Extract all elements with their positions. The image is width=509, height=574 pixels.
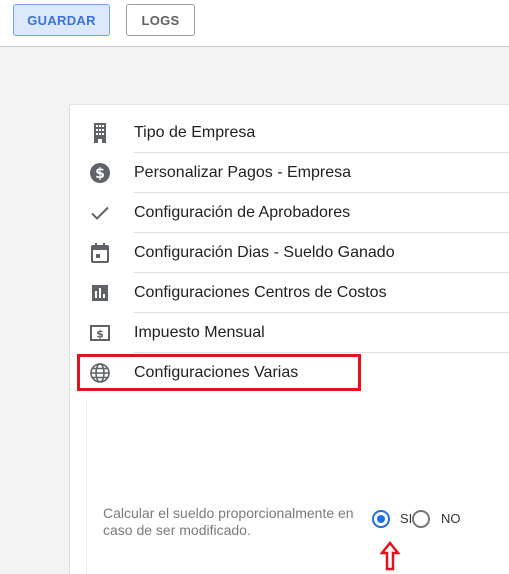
- menu-item-impuesto-mensual[interactable]: $ Impuesto Mensual: [70, 313, 509, 353]
- menu-item-dias-sueldo[interactable]: Configuración Dias - Sueldo Ganado: [70, 233, 509, 273]
- option-label: Calcular el sueldo proporcionalmente en …: [103, 505, 354, 538]
- dollar-circle-icon: $: [88, 161, 112, 185]
- highlight-box: [77, 354, 361, 391]
- menu-item-label: Configuraciones Centros de Costos: [134, 284, 387, 301]
- up-arrow-icon: [380, 541, 400, 571]
- menu-item-centros-costos[interactable]: Configuraciones Centros de Costos: [70, 273, 509, 313]
- calendar-icon: [88, 241, 112, 265]
- menu-item-aprobadores[interactable]: Configuración de Aprobadores: [70, 193, 509, 233]
- money-bill-icon: $: [88, 321, 112, 345]
- svg-text:$: $: [96, 328, 104, 341]
- save-button[interactable]: GUARDAR: [13, 4, 110, 36]
- bar-chart-icon: [88, 281, 112, 305]
- menu-item-label: Tipo de Empresa: [134, 124, 256, 141]
- checkmark-icon: [88, 201, 112, 225]
- menu-item-label: Personalizar Pagos - Empresa: [134, 164, 351, 181]
- svg-text:$: $: [95, 166, 105, 182]
- menu-item-tipo-empresa[interactable]: Tipo de Empresa: [70, 113, 509, 153]
- radio-no-label: NO: [441, 511, 461, 526]
- building-icon: [88, 121, 112, 145]
- menu-item-label: Configuración de Aprobadores: [134, 204, 351, 221]
- clipped-text: [103, 491, 363, 497]
- radio-no[interactable]: [412, 510, 430, 528]
- menu-item-label: Impuesto Mensual: [134, 324, 265, 341]
- radio-yes-label: SI: [400, 511, 413, 526]
- toolbar: GUARDAR LOGS: [0, 0, 509, 47]
- settings-panel: Tipo de Empresa $ Personalizar Pagos - E…: [69, 104, 509, 574]
- radio-yes[interactable]: [372, 510, 390, 528]
- settings-subpanel: Calcular el sueldo proporcionalmente en …: [86, 401, 509, 574]
- menu-item-personalizar-pagos[interactable]: $ Personalizar Pagos - Empresa: [70, 153, 509, 193]
- logs-button[interactable]: LOGS: [126, 4, 195, 36]
- menu-item-label: Configuración Dias - Sueldo Ganado: [134, 244, 395, 261]
